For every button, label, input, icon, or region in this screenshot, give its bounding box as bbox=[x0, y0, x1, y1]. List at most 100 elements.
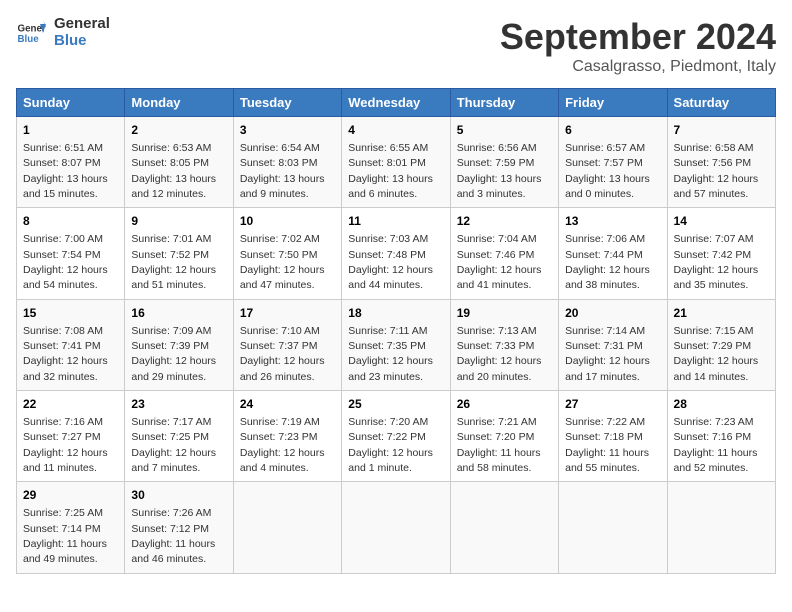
calendar-week-row: 15 Sunrise: 7:08 AM Sunset: 7:41 PM Dayli… bbox=[17, 299, 776, 390]
day-number: 20 bbox=[565, 305, 660, 322]
day-info: Sunrise: 7:00 AM Sunset: 7:54 PM Dayligh… bbox=[23, 233, 108, 291]
calendar-cell: 2 Sunrise: 6:53 AM Sunset: 8:05 PM Daylig… bbox=[125, 117, 233, 208]
day-number: 1 bbox=[23, 122, 118, 139]
calendar-cell: 14 Sunrise: 7:07 AM Sunset: 7:42 PM Dayli… bbox=[667, 208, 775, 299]
day-info: Sunrise: 7:09 AM Sunset: 7:39 PM Dayligh… bbox=[131, 325, 216, 383]
calendar-cell: 18 Sunrise: 7:11 AM Sunset: 7:35 PM Dayli… bbox=[342, 299, 450, 390]
calendar-cell bbox=[450, 482, 558, 573]
day-number: 8 bbox=[23, 213, 118, 230]
calendar-cell bbox=[559, 482, 667, 573]
day-of-week-header: Monday bbox=[125, 89, 233, 117]
day-number: 21 bbox=[674, 305, 769, 322]
day-number: 14 bbox=[674, 213, 769, 230]
calendar-cell: 25 Sunrise: 7:20 AM Sunset: 7:22 PM Dayli… bbox=[342, 391, 450, 482]
day-number: 15 bbox=[23, 305, 118, 322]
calendar-week-row: 1 Sunrise: 6:51 AM Sunset: 8:07 PM Daylig… bbox=[17, 117, 776, 208]
day-number: 26 bbox=[457, 396, 552, 413]
logo-blue: Blue bbox=[54, 33, 110, 50]
calendar-cell bbox=[233, 482, 341, 573]
calendar-cell: 16Sunrise: 7:09 AM Sunset: 7:39 PM Dayli… bbox=[125, 299, 233, 390]
day-info: Sunrise: 6:51 AM Sunset: 8:07 PM Dayligh… bbox=[23, 142, 108, 200]
day-number: 17 bbox=[240, 305, 335, 322]
day-info: Sunrise: 7:07 AM Sunset: 7:42 PM Dayligh… bbox=[674, 233, 759, 291]
calendar-cell bbox=[342, 482, 450, 573]
day-number: 22 bbox=[23, 396, 118, 413]
day-info: Sunrise: 7:15 AM Sunset: 7:29 PM Dayligh… bbox=[674, 325, 759, 383]
day-number: 5 bbox=[457, 122, 552, 139]
day-number: 2 bbox=[131, 122, 226, 139]
calendar-cell: 30 Sunrise: 7:26 AM Sunset: 7:12 PM Dayli… bbox=[125, 482, 233, 573]
day-info: Sunrise: 6:57 AM Sunset: 7:57 PM Dayligh… bbox=[565, 142, 650, 200]
day-of-week-header: Saturday bbox=[667, 89, 775, 117]
day-info: Sunrise: 7:25 AM Sunset: 7:14 PM Dayligh… bbox=[23, 507, 107, 565]
calendar-cell: 15 Sunrise: 7:08 AM Sunset: 7:41 PM Dayli… bbox=[17, 299, 125, 390]
calendar-cell: 29Sunrise: 7:25 AM Sunset: 7:14 PM Dayli… bbox=[17, 482, 125, 573]
day-number: 27 bbox=[565, 396, 660, 413]
calendar-cell: 11 Sunrise: 7:03 AM Sunset: 7:48 PM Dayli… bbox=[342, 208, 450, 299]
calendar-cell: 5Sunrise: 6:56 AM Sunset: 7:59 PM Daylig… bbox=[450, 117, 558, 208]
day-info: Sunrise: 7:04 AM Sunset: 7:46 PM Dayligh… bbox=[457, 233, 542, 291]
day-of-week-header: Wednesday bbox=[342, 89, 450, 117]
day-info: Sunrise: 7:16 AM Sunset: 7:27 PM Dayligh… bbox=[23, 416, 108, 474]
day-number: 4 bbox=[348, 122, 443, 139]
day-info: Sunrise: 7:22 AM Sunset: 7:18 PM Dayligh… bbox=[565, 416, 649, 474]
svg-text:Blue: Blue bbox=[18, 34, 40, 45]
calendar-cell: 26 Sunrise: 7:21 AM Sunset: 7:20 PM Dayli… bbox=[450, 391, 558, 482]
day-info: Sunrise: 6:58 AM Sunset: 7:56 PM Dayligh… bbox=[674, 142, 759, 200]
day-number: 7 bbox=[674, 122, 769, 139]
logo-general: General bbox=[54, 16, 110, 33]
calendar-table: SundayMondayTuesdayWednesdayThursdayFrid… bbox=[16, 88, 776, 574]
day-number: 25 bbox=[348, 396, 443, 413]
calendar-week-row: 22 Sunrise: 7:16 AM Sunset: 7:27 PM Dayli… bbox=[17, 391, 776, 482]
day-number: 19 bbox=[457, 305, 552, 322]
calendar-header-row: SundayMondayTuesdayWednesdayThursdayFrid… bbox=[17, 89, 776, 117]
day-info: Sunrise: 7:02 AM Sunset: 7:50 PM Dayligh… bbox=[240, 233, 325, 291]
day-number: 11 bbox=[348, 213, 443, 230]
day-info: Sunrise: 7:20 AM Sunset: 7:22 PM Dayligh… bbox=[348, 416, 433, 474]
day-info: Sunrise: 7:17 AM Sunset: 7:25 PM Dayligh… bbox=[131, 416, 216, 474]
calendar-cell: 24 Sunrise: 7:19 AM Sunset: 7:23 PM Dayli… bbox=[233, 391, 341, 482]
day-info: Sunrise: 7:03 AM Sunset: 7:48 PM Dayligh… bbox=[348, 233, 433, 291]
day-info: Sunrise: 6:53 AM Sunset: 8:05 PM Dayligh… bbox=[131, 142, 216, 200]
day-info: Sunrise: 7:01 AM Sunset: 7:52 PM Dayligh… bbox=[131, 233, 216, 291]
calendar-week-row: 8 Sunrise: 7:00 AM Sunset: 7:54 PM Daylig… bbox=[17, 208, 776, 299]
day-info: Sunrise: 7:21 AM Sunset: 7:20 PM Dayligh… bbox=[457, 416, 541, 474]
day-number: 3 bbox=[240, 122, 335, 139]
day-number: 9 bbox=[131, 213, 226, 230]
calendar-cell: 9 Sunrise: 7:01 AM Sunset: 7:52 PM Daylig… bbox=[125, 208, 233, 299]
day-of-week-header: Friday bbox=[559, 89, 667, 117]
day-number: 28 bbox=[674, 396, 769, 413]
calendar-cell: 13 Sunrise: 7:06 AM Sunset: 7:44 PM Dayli… bbox=[559, 208, 667, 299]
calendar-cell bbox=[667, 482, 775, 573]
calendar-cell: 6Sunrise: 6:57 AM Sunset: 7:57 PM Daylig… bbox=[559, 117, 667, 208]
day-info: Sunrise: 7:19 AM Sunset: 7:23 PM Dayligh… bbox=[240, 416, 325, 474]
location: Casalgrasso, Piedmont, Italy bbox=[500, 58, 776, 76]
calendar-cell: 1 Sunrise: 6:51 AM Sunset: 8:07 PM Daylig… bbox=[17, 117, 125, 208]
calendar-cell: 22 Sunrise: 7:16 AM Sunset: 7:27 PM Dayli… bbox=[17, 391, 125, 482]
calendar-body: 1 Sunrise: 6:51 AM Sunset: 8:07 PM Daylig… bbox=[17, 117, 776, 574]
day-number: 23 bbox=[131, 396, 226, 413]
day-info: Sunrise: 7:06 AM Sunset: 7:44 PM Dayligh… bbox=[565, 233, 650, 291]
day-info: Sunrise: 7:11 AM Sunset: 7:35 PM Dayligh… bbox=[348, 325, 433, 383]
calendar-cell: 27 Sunrise: 7:22 AM Sunset: 7:18 PM Dayli… bbox=[559, 391, 667, 482]
calendar-cell: 21 Sunrise: 7:15 AM Sunset: 7:29 PM Dayli… bbox=[667, 299, 775, 390]
day-number: 13 bbox=[565, 213, 660, 230]
day-number: 24 bbox=[240, 396, 335, 413]
calendar-cell: 4Sunrise: 6:55 AM Sunset: 8:01 PM Daylig… bbox=[342, 117, 450, 208]
month-title: September 2024 bbox=[500, 16, 776, 58]
day-of-week-header: Thursday bbox=[450, 89, 558, 117]
day-number: 18 bbox=[348, 305, 443, 322]
day-info: Sunrise: 7:08 AM Sunset: 7:41 PM Dayligh… bbox=[23, 325, 108, 383]
calendar-week-row: 29Sunrise: 7:25 AM Sunset: 7:14 PM Dayli… bbox=[17, 482, 776, 573]
calendar-cell: 20 Sunrise: 7:14 AM Sunset: 7:31 PM Dayli… bbox=[559, 299, 667, 390]
day-info: Sunrise: 7:23 AM Sunset: 7:16 PM Dayligh… bbox=[674, 416, 758, 474]
day-info: Sunrise: 7:26 AM Sunset: 7:12 PM Dayligh… bbox=[131, 507, 215, 565]
day-info: Sunrise: 7:14 AM Sunset: 7:31 PM Dayligh… bbox=[565, 325, 650, 383]
calendar-cell: 17 Sunrise: 7:10 AM Sunset: 7:37 PM Dayli… bbox=[233, 299, 341, 390]
day-number: 30 bbox=[131, 487, 226, 504]
day-info: Sunrise: 7:10 AM Sunset: 7:37 PM Dayligh… bbox=[240, 325, 325, 383]
logo: General Blue General Blue bbox=[16, 16, 110, 49]
calendar-cell: 7 Sunrise: 6:58 AM Sunset: 7:56 PM Daylig… bbox=[667, 117, 775, 208]
calendar-cell: 3Sunrise: 6:54 AM Sunset: 8:03 PM Daylig… bbox=[233, 117, 341, 208]
calendar-cell: 8 Sunrise: 7:00 AM Sunset: 7:54 PM Daylig… bbox=[17, 208, 125, 299]
